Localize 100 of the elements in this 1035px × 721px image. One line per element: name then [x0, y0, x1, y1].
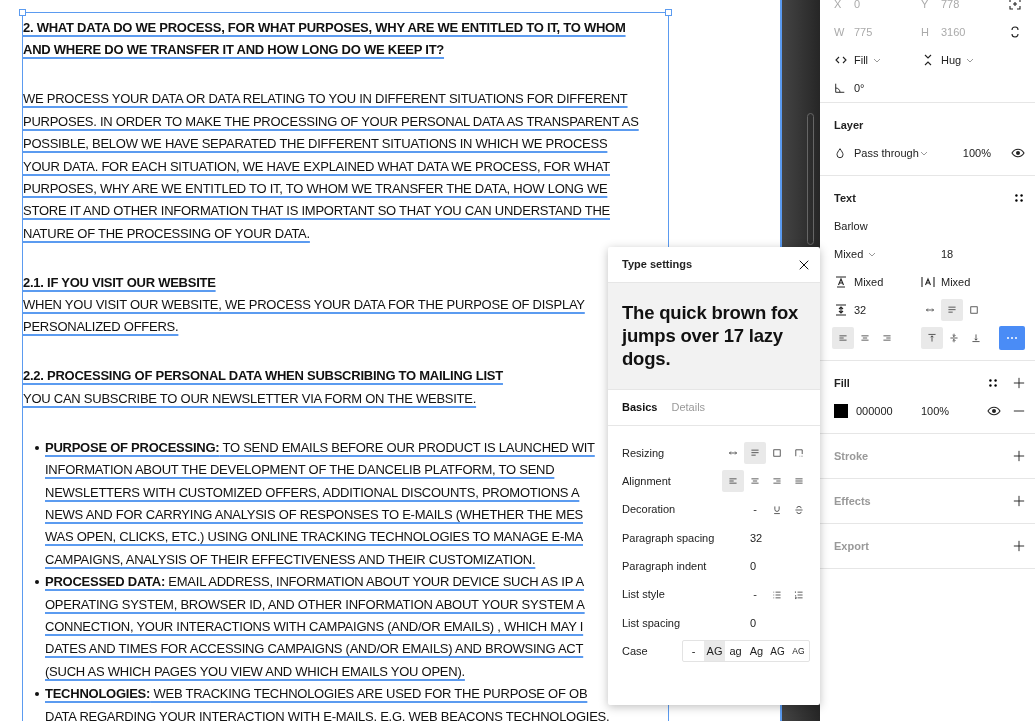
bullet-icon	[35, 445, 39, 450]
left-button[interactable]	[722, 470, 744, 493]
text-line: TECHNOLOGIES: WEB TRACKING TECHNOLOGIES ARE USED FOR THE PURPOSE OF OB	[45, 686, 588, 702]
case-option[interactable]: AG	[704, 641, 725, 662]
paragraph-spacing-icon	[834, 303, 848, 317]
field-value: 775	[854, 25, 873, 38]
line-height-icon	[834, 275, 848, 289]
setting-label: List style	[622, 587, 666, 603]
sizing-dropdown[interactable]: Hug	[941, 51, 962, 69]
align-middle-icon	[949, 331, 959, 345]
text-line: WE PROCESS YOUR DATA OR DATA RELATING TO YOU IN DIFFERENT SITUATIONS FOR DIFFERENT	[23, 91, 628, 107]
setting-label: List spacing	[622, 615, 682, 631]
auto-height-button[interactable]	[941, 299, 963, 321]
text-line: PURPOSE OF PROCESSING: TO SEND EMAILS BEFORE OUR PRODUCT IS LAUNCHED WIT	[45, 439, 595, 455]
eye-icon	[987, 404, 1001, 418]
popup-title: Type settings	[622, 257, 693, 273]
styles-icon	[1013, 192, 1025, 204]
text-line: CONNECTION, YOUR INTERACTIONS WITH CAMPAIGNS (AND/OR EMAILS) , WHICH MAY I	[45, 618, 584, 634]
text-line: CAMPAIGNS, ANALYSIS OF THEIR EFFECTIVENESS AND THEIR CUSTOMIZATION.	[45, 551, 536, 567]
setting-label: Paragraph indent	[622, 559, 708, 575]
none-option[interactable]: -	[744, 583, 766, 606]
section-title: Export	[834, 538, 869, 554]
setting-label: Case	[622, 643, 649, 659]
text-line: NEWS AND FOR CARRYING ANALYSIS OF RESPONSES TO E-MAILS (WHETHER THE MES	[45, 507, 583, 522]
rotation-value: 0°	[854, 81, 865, 94]
preview-text: The quick brown fox jumps over 17 lazy dogs.	[622, 301, 800, 370]
close-button[interactable]	[798, 258, 810, 271]
left-button[interactable]	[832, 327, 854, 349]
text-line: YOU CAN SUBSCRIBE TO OUR NEWSLETTER VIA FORM ON THE WEBSITE.	[23, 390, 477, 406]
align-bottom-icon	[971, 331, 981, 345]
case-option[interactable]: AG	[767, 641, 788, 662]
text-line: INFORMATION ABOUT THE DEVELOPMENT OF THE DANCELIB PLATFORM, TO SEND	[45, 462, 555, 478]
setting-label: Decoration	[622, 502, 677, 518]
blend-dropdown[interactable]: Pass through	[854, 144, 919, 162]
case-option[interactable]: Ag	[746, 641, 767, 662]
field-value: 3160	[941, 25, 966, 38]
styles-icon	[987, 377, 999, 389]
tab[interactable]: Basics	[622, 399, 658, 416]
top-button[interactable]	[921, 327, 943, 349]
setting-label: Paragraph spacing	[622, 530, 716, 546]
case-option[interactable]: AG	[788, 641, 809, 662]
text-line: PROCESSED DATA: EMAIL ADDRESS, INFORMATION ABOUT YOUR DEVICE SUCH AS IP A	[45, 574, 584, 590]
field-label: H	[921, 24, 929, 40]
plus-icon	[1013, 377, 1025, 389]
heading-line: 2.2. PROCESSING OF PERSONAL DATA WHEN SUBSCRIBING TO MAILING LIST	[23, 368, 503, 384]
text-line: PURPOSES. IN ORDER TO MAKE THE PROCESSING OF YOUR PERSONAL DATA AS TRANSPARENT AS	[23, 113, 639, 129]
heading-line: AND WHERE DO WE TRANSFER IT AND HOW LONG DO WE KEEP IT?	[23, 42, 445, 58]
heading-line: 2.1. IF YOU VISIT OUR WEBSITE	[23, 274, 216, 290]
letter-spacing-value[interactable]: Mixed	[941, 275, 971, 288]
line-height-value[interactable]: Mixed	[854, 275, 884, 288]
heading-line: 2. WHAT DATA DO WE PROCESS, FOR WHAT PURPOSES, WHY ARE WE ENTITLED TO IT, TO WHOM	[23, 20, 626, 35]
angle-icon	[834, 82, 846, 94]
setting-value[interactable]: 0	[750, 614, 810, 632]
text-line: WAS OPEN, CLICKS, ETC.) USING ONLINE TRACKING TECHNOLOGIES TO MANAGE E-MA	[45, 529, 583, 545]
sizing-dropdown[interactable]: Fill	[854, 51, 869, 69]
setting-label: Alignment	[622, 474, 672, 490]
text-line: (SUCH AS WHICH PAGES YOU VIEW AND WHICH EMAILS YOU OPEN).	[45, 663, 465, 679]
paragraph-spacing-value[interactable]: 32	[854, 303, 867, 316]
case-option[interactable]: ag	[725, 641, 746, 662]
square-icon	[969, 303, 979, 317]
text-line: NATURE OF THE PROCESSING OF YOUR DATA.	[23, 225, 310, 241]
constraints-icon	[1008, 0, 1022, 11]
drop-icon	[834, 147, 846, 159]
plus-icon	[1013, 540, 1025, 552]
section-title: Fill	[834, 375, 850, 391]
opacity-value[interactable]: 100%	[921, 402, 950, 420]
text-line: PURPOSES, WHY ARE WE ENTITLED TO IT, TO WHOM WE TRANSFER THE DATA, HOW LONG WE	[23, 180, 608, 196]
plus-icon	[1013, 495, 1025, 507]
section-title: Stroke	[834, 448, 869, 464]
field-label: W	[834, 24, 845, 40]
bullet-icon	[35, 580, 39, 585]
section-title: Layer	[834, 117, 864, 133]
text-line: POSSIBLE, BELOW WE HAVE SEPARATED THE DIFFERENT SITUATIONS IN WHICH WE PROCESS	[23, 136, 608, 152]
eye-icon	[1011, 146, 1025, 160]
case-option[interactable]: -	[683, 641, 704, 662]
section-title: Effects	[834, 493, 871, 509]
setting-value[interactable]: 0	[750, 558, 810, 575]
text-line: YOUR DATA. FOR EACH SITUATION, WE HAVE EXPLAINED WHAT DATA WE PROCESS, FOR WHAT	[23, 158, 610, 174]
hex-value[interactable]: 000000	[856, 402, 921, 420]
more-button[interactable]	[999, 326, 1025, 350]
font-size-value[interactable]: 18	[941, 245, 954, 263]
letter-spacing-icon	[921, 275, 935, 289]
bullet-icon	[35, 692, 39, 697]
font-name[interactable]: Barlow	[834, 217, 868, 235]
opacity-value: 100%	[962, 145, 991, 161]
text-line: WHEN YOU VISIT OUR WEBSITE, WE PROCESS YOUR DATA FOR THE PURPOSE OF DISPLAY	[23, 297, 585, 313]
plus-icon	[1013, 450, 1025, 462]
field-label: X	[834, 0, 842, 12]
section-title: Text	[834, 190, 856, 206]
text-line: OPERATING SYSTEM, BROWSER ID, AND OTHER INFORMATION ABOUT YOUR SYSTEM A	[45, 596, 585, 612]
text-line: PERSONALIZED OFFERS.	[23, 319, 179, 335]
auto-height-button[interactable]	[744, 442, 766, 465]
none-option[interactable]: -	[744, 498, 766, 521]
close-icon	[798, 258, 810, 271]
text-line: DATES AND TIMES FOR ACCESSING CAMPAIGNS (AND/OR EMAILS) AND BROWSING ACT	[45, 641, 584, 657]
align-top-icon	[927, 331, 937, 345]
setting-label: Resizing	[622, 445, 666, 461]
field-label: Y	[921, 0, 929, 12]
setting-value[interactable]: 32	[750, 529, 810, 547]
weight-dropdown[interactable]: Mixed	[834, 245, 864, 263]
